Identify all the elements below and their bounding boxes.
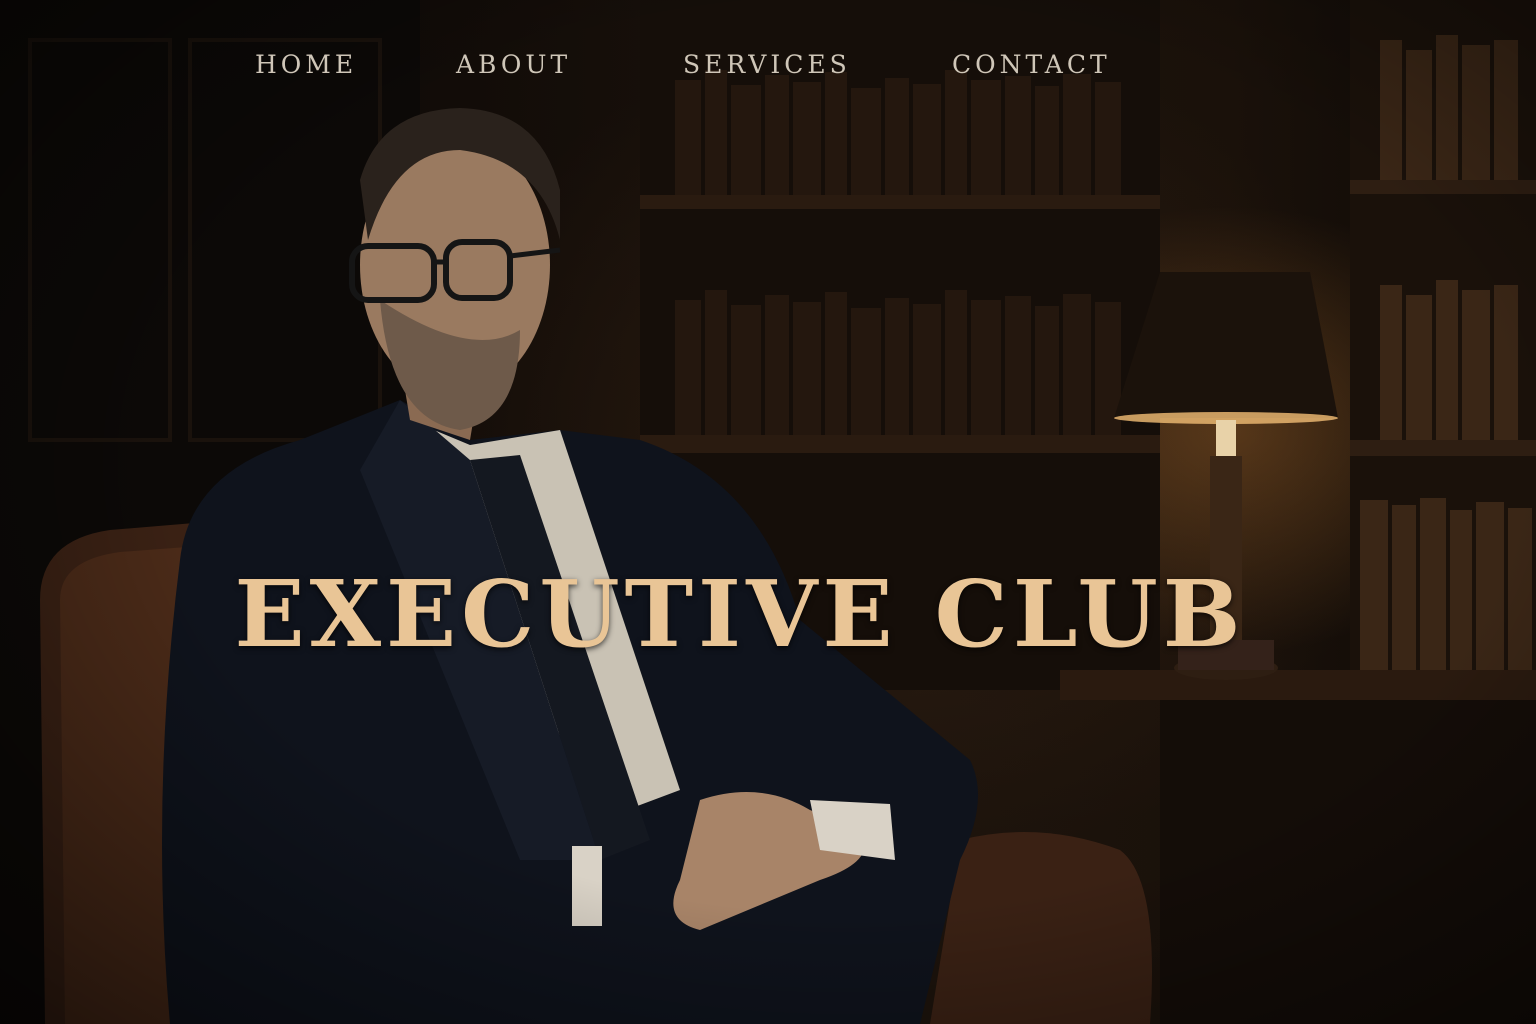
nav-link-contact[interactable]: CONTACT [952, 50, 1111, 79]
main-navigation: HOME ABOUT SERVICES CONTACT [0, 50, 1536, 86]
hero-title: EXECUTIVE CLUB [234, 559, 1246, 668]
nav-link-services[interactable]: SERVICES [683, 50, 851, 79]
hero-background-image [0, 0, 1536, 1024]
nav-link-about[interactable]: ABOUT [456, 50, 571, 79]
hero-section: HOME ABOUT SERVICES CONTACT EXECUTIVE CL… [0, 0, 1536, 1024]
nav-link-home[interactable]: HOME [255, 50, 357, 79]
